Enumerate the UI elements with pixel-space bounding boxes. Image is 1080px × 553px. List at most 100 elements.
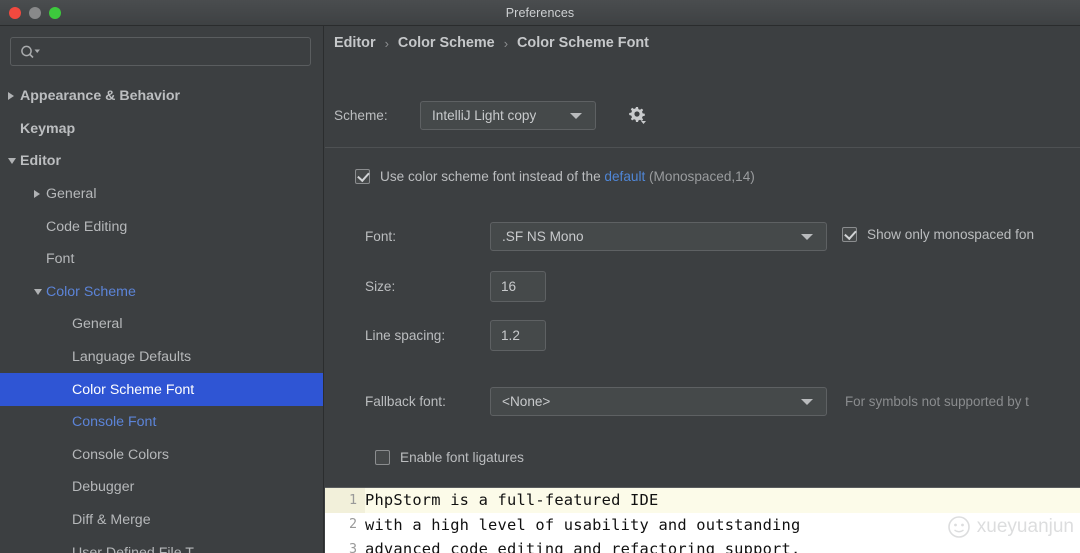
sidebar-item-label: Color Scheme Font [72,381,195,398]
minimize-window-button[interactable] [29,6,41,19]
fallback-font-hint: For symbols not supported by t [845,394,1029,409]
line-spacing-value: 1.2 [501,328,520,343]
breadcrumb-separator-icon: › [384,35,389,51]
sidebar-item-user-defined-file-t[interactable]: User Defined File T [0,536,323,553]
preview-line-text: with a high level of usability and outst… [365,515,801,534]
scheme-actions-gear-button[interactable] [624,103,650,129]
section-divider [325,147,1080,148]
breadcrumb-color-scheme-font: Color Scheme Font [517,35,649,51]
chevron-down-icon[interactable] [34,288,42,295]
search-area [0,26,323,66]
use-scheme-font-text: Use color scheme font instead of the [380,169,601,184]
maximize-window-button[interactable] [49,6,61,19]
fallback-font-label: Fallback font: [365,394,446,409]
scheme-label: Scheme: [334,108,388,123]
font-label: Font: [365,229,396,244]
use-color-scheme-font-row: Use color scheme font instead of the def… [355,169,755,184]
breadcrumb: Editor › Color Scheme › Color Scheme Fon… [334,35,649,51]
scheme-row: Scheme: IntelliJ Light copy [334,101,650,130]
sidebar-item-label: Color Scheme [46,283,136,300]
fallback-font-row: Fallback font: <None> For symbols not su… [365,387,1029,416]
fallback-font-dropdown[interactable]: <None> [490,387,827,416]
title-bar: Preferences [0,0,1080,26]
preview-line-text: advanced code editing and refactoring su… [365,540,801,553]
preview-line: 3 advanced code editing and refactoring s… [325,537,1080,553]
search-input[interactable] [44,38,284,65]
line-number: 2 [348,517,357,533]
sidebar-item-font[interactable]: Font [0,243,323,276]
sidebar-item-label: User Defined File T [72,544,194,553]
line-spacing-label: Line spacing: [365,328,446,343]
show-monospaced-row: Show only monospaced fon [842,227,1034,242]
sidebar-item-label: General [46,186,97,203]
scheme-highlight-annotation [735,94,957,146]
window-title: Preferences [505,5,575,20]
sidebar-item-label: Debugger [72,479,135,496]
sidebar-item-label: Language Defaults [72,349,192,366]
sidebar-item-general[interactable]: General [0,178,323,211]
breadcrumb-editor[interactable]: Editor [334,35,376,51]
font-dropdown-value: .SF NS Mono [502,229,584,244]
fallback-font-value: <None> [502,394,551,409]
size-value: 16 [501,279,517,294]
sidebar-item-label: Font [46,251,75,268]
chevron-down-icon [570,112,582,119]
default-font-link[interactable]: default [604,169,645,184]
settings-main-panel: Editor › Color Scheme › Color Scheme Fon… [325,26,1080,553]
default-font-info: (Monospaced,14) [649,169,755,184]
chevron-down-icon[interactable] [8,158,16,165]
preview-line: 2 with a high level of usability and outs… [325,513,1080,538]
use-color-scheme-font-label: Use color scheme font instead of the def… [380,169,755,184]
scheme-dropdown[interactable]: IntelliJ Light copy [420,101,596,130]
font-dropdown[interactable]: .SF NS Mono [490,222,827,251]
show-only-monospaced-checkbox[interactable] [842,227,857,242]
sidebar-item-color-scheme-font[interactable]: Color Scheme Font [0,373,323,406]
sidebar-item-console-font[interactable]: Console Font [0,406,323,439]
sidebar-item-console-colors[interactable]: Console Colors [0,439,323,472]
sidebar-item-label: Code Editing [46,218,128,235]
chevron-right-icon[interactable] [34,190,40,199]
size-input[interactable]: 16 [490,271,546,302]
sidebar-item-general[interactable]: General [0,308,323,341]
line-number: 1 [325,488,365,513]
sidebar-item-keymap[interactable]: Keymap [0,113,323,146]
use-color-scheme-font-checkbox[interactable] [355,169,370,184]
font-row: Font: .SF NS Mono [365,222,827,251]
enable-font-ligatures-label: Enable font ligatures [400,450,524,465]
sidebar-item-label: Keymap [20,120,76,137]
chevron-right-icon[interactable] [8,92,14,101]
settings-tree: Appearance & Behavior Keymap Editor General… [0,80,323,553]
sidebar-item-code-editing[interactable]: Code Editing [0,210,323,243]
window-controls [9,6,61,19]
sidebar-item-editor[interactable]: Editor [0,145,323,178]
sidebar-item-diff-merge[interactable]: Diff & Merge [0,504,323,537]
sidebar-item-debugger[interactable]: Debugger [0,471,323,504]
sidebar-item-label: General [72,316,123,333]
show-only-monospaced-label: Show only monospaced fon [867,227,1035,242]
font-preview-editor[interactable]: 1 PhpStorm is a full-featured IDE 2 with a … [325,487,1080,553]
close-window-button[interactable] [9,6,21,19]
breadcrumb-color-scheme[interactable]: Color Scheme [398,35,495,51]
size-label: Size: [365,279,396,294]
sidebar-item-label: Console Colors [72,446,169,463]
sidebar-item-label: Appearance & Behavior [20,88,181,105]
chevron-down-icon [801,398,813,405]
settings-sidebar: Appearance & Behavior Keymap Editor General… [0,26,324,553]
ligatures-row: Enable font ligatures [375,450,524,465]
enable-font-ligatures-checkbox[interactable] [375,450,390,465]
size-row: Size: 16 [365,271,546,302]
chevron-down-icon [801,233,813,240]
sidebar-item-language-defaults[interactable]: Language Defaults [0,341,323,374]
sidebar-item-label: Diff & Merge [72,512,151,529]
gear-icon [629,106,646,124]
line-number: 3 [348,541,357,553]
line-spacing-input[interactable]: 1.2 [490,320,546,351]
search-box[interactable] [10,37,311,66]
line-spacing-row: Line spacing: 1.2 [365,320,546,351]
sidebar-item-color-scheme[interactable]: Color Scheme [0,276,323,309]
sidebar-item-appearance-behavior[interactable]: Appearance & Behavior [0,80,323,113]
sidebar-item-label: Console Font [72,414,157,431]
scheme-dropdown-value: IntelliJ Light copy [432,108,537,123]
sidebar-item-label: Editor [20,153,61,170]
preferences-window: Preferences Appearance & Behavior Keymap E… [0,0,1080,553]
